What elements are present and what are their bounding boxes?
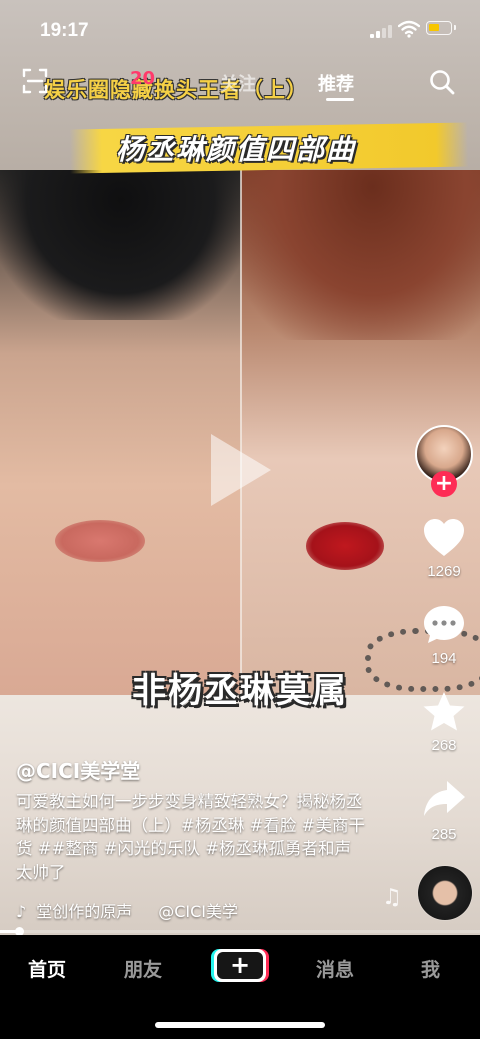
favorite-star-icon[interactable] [421, 690, 467, 734]
share-count: 285 [431, 826, 457, 843]
share-arrow-icon[interactable] [421, 777, 467, 821]
video-lips-right [306, 522, 384, 570]
tab-friends[interactable]: 朋友 [124, 955, 162, 982]
video-hair-shade-right [241, 170, 480, 340]
comment-icon[interactable] [421, 603, 467, 647]
wifi-icon [398, 20, 420, 38]
search-icon[interactable] [428, 68, 456, 96]
cellular-signal-icon [370, 24, 392, 38]
battery-icon [426, 21, 456, 35]
author-handle[interactable]: @CICI美学堂 [16, 755, 140, 784]
tab-messages[interactable]: 消息 [316, 955, 354, 982]
video-feed-screen: 娱乐圈隐藏换头王者（上） 20 杨丞琳颜值四部曲 非杨丞琳莫属 19:17 关注 [0, 0, 480, 1039]
home-indicator[interactable] [155, 1022, 325, 1028]
like-count: 1269 [427, 563, 461, 580]
tab-me[interactable]: 我 [421, 955, 440, 982]
favorite-count: 268 [431, 737, 457, 754]
tab-active-indicator [326, 98, 354, 101]
playback-progress-bar[interactable] [0, 927, 480, 936]
video-title-text: 杨丞琳颜值四部曲 [116, 133, 357, 166]
video-caption-number: 20 [130, 68, 156, 89]
music-disc-icon[interactable] [418, 866, 472, 920]
video-caption-top: 娱乐圈隐藏换头王者（上） [44, 78, 308, 102]
audio-label: 堂创作的原声 [36, 902, 133, 921]
follow-button[interactable]: + [431, 471, 457, 497]
scan-icon[interactable] [22, 68, 48, 94]
play-icon[interactable] [205, 430, 275, 510]
tab-home[interactable]: 首页 [28, 955, 66, 982]
tab-recommended[interactable]: 推荐 [318, 70, 354, 96]
tiktok-note-icon: ♪ [16, 902, 27, 921]
audio-row[interactable]: ♪ 堂创作的原声 @CICI美学 [16, 898, 238, 922]
tab-following[interactable]: 关注 [220, 70, 256, 96]
video-lips-left [55, 520, 145, 562]
like-heart-icon[interactable] [421, 516, 467, 560]
create-button[interactable]: + [214, 949, 266, 982]
comment-count: 194 [431, 650, 457, 667]
video-bottom-text: 非杨丞琳莫属 [132, 671, 348, 711]
music-note-icon: ♫ [382, 885, 402, 910]
plus-icon: + [217, 952, 263, 979]
audio-author: @CICI美学 [158, 902, 239, 921]
status-bar: 19:17 [0, 0, 480, 60]
status-time: 19:17 [40, 20, 89, 41]
video-description[interactable]: 可爱教主如何一步步变身精致轻熟女？揭秘杨丞琳的颜值四部曲（上）#杨丞琳 #看脸 … [16, 790, 366, 884]
video-hair-shade-left [0, 170, 241, 320]
